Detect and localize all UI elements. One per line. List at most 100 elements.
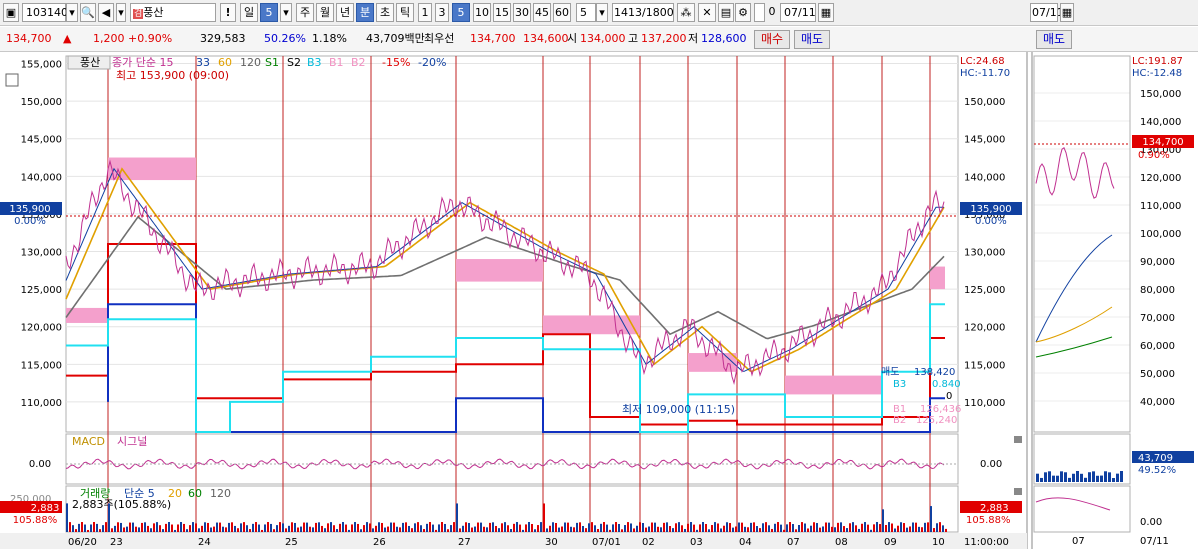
side-y-tick: 50,000 — [1140, 369, 1175, 380]
current-pct-left: 0.00% — [14, 216, 46, 227]
speaker-dropdown[interactable]: ▾ — [116, 3, 126, 22]
current-price-left: 135,900 — [9, 204, 50, 215]
minute-15[interactable]: 15 — [493, 3, 511, 22]
minute-30[interactable]: 30 — [513, 3, 531, 22]
high: 137,200 — [641, 32, 687, 45]
volume-bar — [744, 526, 746, 532]
stock-code-input[interactable]: 103140 — [22, 3, 68, 22]
volume-bar — [168, 522, 170, 532]
volume-bar — [108, 503, 110, 532]
volume-bar — [261, 529, 263, 532]
menu-icon[interactable]: ▣ — [3, 3, 19, 22]
volume-bar — [645, 527, 647, 532]
minute-select[interactable]: 5 — [576, 3, 596, 22]
volume-bar — [315, 522, 317, 532]
volume-bar — [879, 524, 881, 532]
speaker-icon[interactable]: ◀ — [98, 3, 114, 22]
hc-label: HC:-11.70 — [960, 68, 1010, 79]
volume-bar — [483, 526, 485, 532]
period-day[interactable]: 일 — [240, 3, 258, 22]
volume-bar — [93, 522, 95, 532]
volume-bar — [855, 525, 857, 532]
svg-text:0.840: 0.840 — [932, 379, 961, 390]
volume-bar — [213, 526, 215, 532]
volume-bar — [165, 523, 167, 532]
volume-bar — [537, 525, 539, 532]
volume-bar — [627, 522, 629, 532]
volume-bar — [555, 522, 557, 532]
volume-bar — [804, 523, 806, 532]
y-tick-label-right: 110,000 — [964, 398, 1005, 409]
volume-bar — [138, 527, 140, 532]
volume-bar — [660, 527, 662, 532]
volume-bar — [162, 529, 164, 532]
volume-bar — [231, 522, 233, 532]
sell-button[interactable]: 매도 — [794, 30, 830, 49]
volume-bar — [273, 529, 275, 532]
volume-bar — [933, 528, 935, 532]
volume-bar — [876, 522, 878, 532]
count-input[interactable]: 1413/1800 — [612, 3, 674, 22]
period-dropdown[interactable]: ▾ — [280, 3, 292, 22]
checkbox[interactable] — [754, 3, 765, 22]
period-tick[interactable]: 틱 — [396, 3, 414, 22]
scroll-tool-icon[interactable]: ⁂ — [677, 3, 695, 22]
cross-icon[interactable]: ✕ — [698, 3, 716, 22]
volume-bar — [672, 528, 674, 532]
minute-45[interactable]: 45 — [533, 3, 551, 22]
alert-button[interactable]: ! — [220, 3, 236, 22]
period-second[interactable]: 초 — [376, 3, 394, 22]
search-icon[interactable]: 🔍 — [80, 3, 96, 22]
right-date-input[interactable]: 07/11 — [1030, 3, 1064, 22]
save-icon[interactable]: ▤ — [718, 3, 734, 22]
period-week[interactable]: 주 — [296, 3, 314, 22]
volume-bar — [342, 522, 344, 532]
period-minute[interactable]: 분 — [356, 3, 374, 22]
chart-area[interactable]: 155,000150,000145,000140,000135,000130,0… — [0, 52, 1198, 549]
minute-1[interactable]: 1 — [418, 3, 432, 22]
period-day-count[interactable]: 5 — [260, 3, 278, 22]
volume-bar — [279, 522, 281, 532]
volume-bar — [390, 522, 392, 532]
volume-bar — [528, 522, 530, 532]
code-dropdown[interactable]: ▾ — [66, 3, 78, 22]
minute-5[interactable]: 5 — [452, 3, 470, 22]
minute-10[interactable]: 10 — [473, 3, 491, 22]
minute-dropdown[interactable]: ▾ — [596, 3, 608, 22]
minute-60[interactable]: 60 — [553, 3, 571, 22]
right-calendar-icon[interactable]: ▦ — [1060, 3, 1074, 22]
best-label: 최우선 — [424, 32, 455, 45]
y-tick-label-right: 130,000 — [964, 248, 1005, 259]
volume-bar — [78, 523, 80, 532]
buy-button[interactable]: 매수 — [754, 30, 790, 49]
volume-bar — [348, 529, 350, 532]
sell-button-right[interactable]: 매도 — [1036, 30, 1072, 49]
volume-bar — [852, 522, 854, 532]
volume-bar — [498, 528, 500, 532]
svg-text:B2: B2 — [893, 415, 906, 426]
volume-bar — [393, 522, 395, 532]
volume-bar — [264, 524, 266, 532]
gear-icon[interactable]: ⚙ — [735, 3, 751, 22]
volume-bar — [378, 522, 380, 532]
stock-name-input[interactable]: 검풍산 — [130, 3, 216, 22]
low-note: 최저 109,000 (11:15) — [622, 403, 735, 416]
volume-close-icon[interactable] — [1014, 488, 1022, 495]
volume-bar — [219, 522, 221, 532]
period-year[interactable]: 년 — [336, 3, 354, 22]
period-month[interactable]: 월 — [316, 3, 334, 22]
volume-bar — [915, 522, 917, 532]
volume-bar — [723, 525, 725, 532]
y-tick-label: 145,000 — [21, 135, 62, 146]
minute-3[interactable]: 3 — [435, 3, 449, 22]
macd-close-icon[interactable] — [1014, 436, 1022, 443]
side-vol-bar — [1116, 473, 1119, 482]
open: 134,000 — [580, 32, 626, 45]
quote-bar: 134,700 ▲ 1,200 +0.90% 329,583 50.26% 1.… — [0, 27, 1198, 52]
macd-zero-right: 0.00 — [980, 459, 1002, 470]
volume-bar — [486, 527, 488, 532]
volume-bar — [639, 522, 641, 532]
legend-b2: B2 — [351, 56, 366, 69]
date-input[interactable]: 07/11 — [780, 3, 816, 22]
calendar-icon[interactable]: ▦ — [818, 3, 834, 22]
